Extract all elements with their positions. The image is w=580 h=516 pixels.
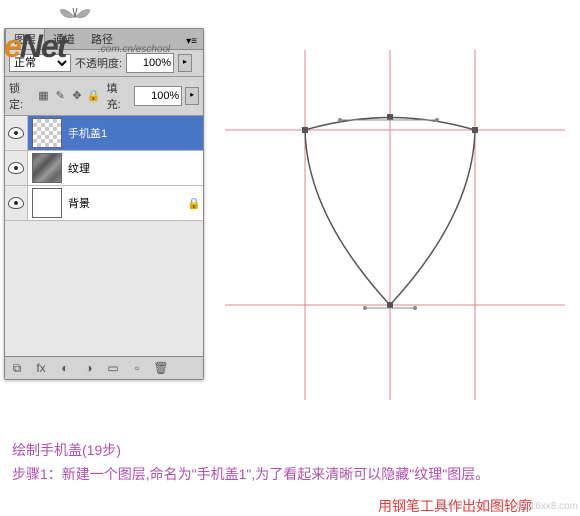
layer-row[interactable]: 背景 🔒 — [5, 186, 203, 221]
eye-icon — [8, 127, 24, 139]
layer-name[interactable]: 背景 — [66, 195, 187, 211]
delete-layer-icon[interactable]: 🗑 — [153, 361, 169, 375]
lock-icon: 🔒 — [187, 197, 203, 210]
layer-thumbnail[interactable] — [32, 188, 62, 218]
logo-subtitle: .com.cn/eschool — [98, 44, 170, 55]
panel-menu-icon[interactable]: ▾≡ — [180, 34, 203, 49]
layer-row[interactable]: 手机盖1 — [5, 116, 203, 151]
fill-label: 填充: — [107, 80, 132, 112]
lock-all-icon[interactable]: 🔒 — [87, 89, 101, 103]
new-layer-icon[interactable]: ▫ — [129, 361, 145, 375]
lock-label: 锁定: — [9, 80, 34, 112]
layer-row[interactable]: 纹理 — [5, 151, 203, 186]
lock-pixels-icon[interactable]: ✎ — [53, 89, 67, 103]
opacity-input[interactable] — [126, 53, 174, 73]
lock-position-icon[interactable]: ✥ — [70, 89, 84, 103]
eye-icon — [8, 197, 24, 209]
instruction-step: 步骤1：新建一个图层,命名为"手机盖1",为了看起来清晰可以隐藏"纹理"图层。 — [12, 462, 489, 486]
layer-fx-icon[interactable]: fx — [33, 361, 49, 375]
canvas[interactable] — [225, 50, 565, 400]
panel-footer: ⧉ fx ◐ ◑ ▭ ▫ 🗑 — [5, 356, 203, 379]
layer-thumbnail[interactable] — [32, 118, 62, 148]
adjustment-layer-icon[interactable]: ◑ — [81, 361, 97, 375]
fill-dropdown-icon[interactable]: ▸ — [185, 87, 199, 105]
instruction-title: 绘制手机盖(19步) — [12, 438, 489, 462]
logo-text: eNet — [4, 28, 65, 65]
opacity-label: 不透明度: — [75, 55, 122, 71]
canvas-artwork — [225, 50, 565, 400]
layer-thumbnail[interactable] — [32, 153, 62, 183]
visibility-toggle[interactable] — [5, 116, 28, 150]
layer-name[interactable]: 手机盖1 — [66, 125, 203, 141]
instructions: 绘制手机盖(19步) 步骤1：新建一个图层,命名为"手机盖1",为了看起来清晰可… — [12, 438, 489, 486]
visibility-toggle[interactable] — [5, 186, 28, 220]
eye-icon — [8, 162, 24, 174]
opacity-dropdown-icon[interactable]: ▸ — [178, 54, 192, 72]
link-layers-icon[interactable]: ⧉ — [9, 361, 25, 375]
layers-list: 手机盖1 纹理 背景 🔒 — [5, 116, 203, 356]
layers-panel: 图层 通道 路径 ▾≡ 正常 不透明度: ▸ 锁定: ▦ ✎ ✥ 🔒 填充: ▸… — [4, 28, 204, 380]
watermark: 最好的PS论坛—bbs.16xx8.com — [437, 497, 578, 512]
new-group-icon[interactable]: ▭ — [105, 361, 121, 375]
lock-transparent-icon[interactable]: ▦ — [37, 89, 51, 103]
layer-mask-icon[interactable]: ◐ — [57, 361, 73, 375]
lock-options-row: 锁定: ▦ ✎ ✥ 🔒 填充: ▸ — [5, 77, 203, 116]
layer-name[interactable]: 纹理 — [66, 160, 203, 176]
visibility-toggle[interactable] — [5, 151, 28, 185]
fill-input[interactable] — [134, 86, 182, 106]
